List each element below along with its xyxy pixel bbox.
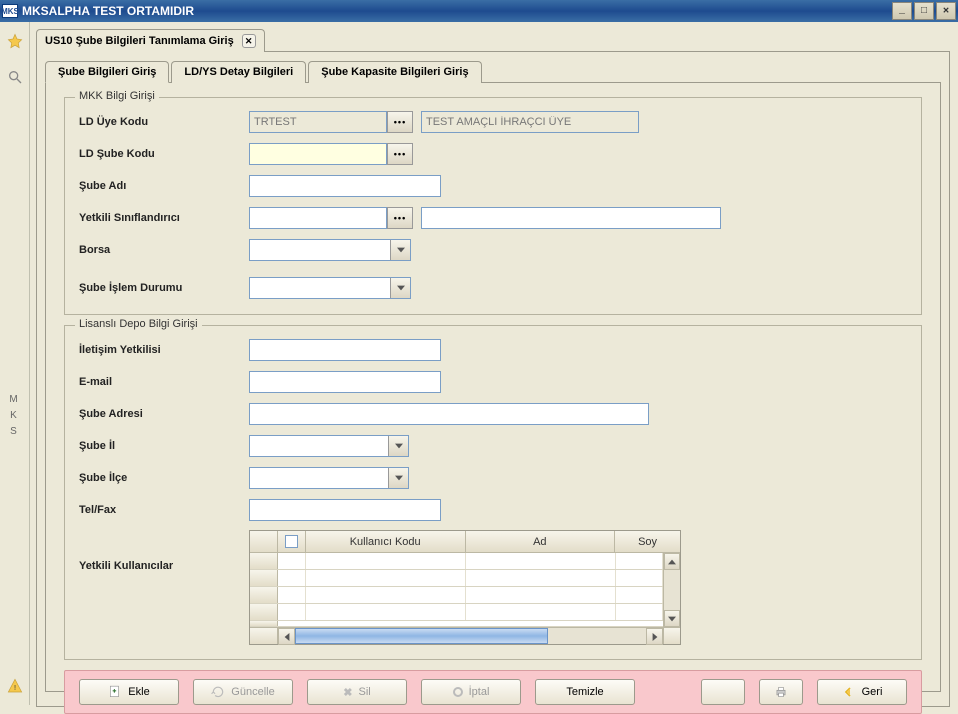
durum-dropdown-icon[interactable] (390, 278, 410, 298)
yetkili-siniflandirici-input[interactable] (249, 207, 387, 229)
ekle-button[interactable]: Ekle (79, 679, 179, 705)
app-icon: MKS (2, 4, 18, 18)
printer-icon (773, 685, 789, 699)
sidebar-label: MKS (9, 392, 19, 440)
grid-vscroll[interactable] (663, 553, 680, 627)
document-add-icon (108, 685, 122, 699)
guncelle-button[interactable]: Güncelle (193, 679, 293, 705)
print-button[interactable] (759, 679, 803, 705)
group1-legend: MKK Bilgi Girişi (75, 90, 159, 102)
email-label: E-mail (79, 376, 249, 388)
sube-ilce-label: Şube İlçe (79, 472, 249, 484)
telfax-input[interactable] (249, 499, 441, 521)
grid-col-kullanici-kodu[interactable]: Kullanıcı Kodu (306, 531, 466, 552)
telfax-label: Tel/Fax (79, 504, 249, 516)
cancel-icon (453, 687, 463, 697)
borsa-dropdown-icon[interactable] (390, 240, 410, 260)
sube-il-label: Şube İl (79, 440, 249, 452)
close-button[interactable]: ✕ (936, 2, 956, 20)
users-grid: Kullanıcı Kodu Ad Soy (249, 530, 681, 645)
borsa-select[interactable] (249, 239, 411, 261)
geri-button[interactable]: Geri (817, 679, 907, 705)
ld-sube-kodu-label: LD Şube Kodu (79, 148, 249, 160)
favorite-icon[interactable] (6, 32, 24, 50)
titlebar: MKS MKSALPHA TEST ORTAMIDIR _ □ ✕ (0, 0, 958, 22)
table-row[interactable] (250, 553, 663, 570)
email-input[interactable] (249, 371, 441, 393)
sube-il-select[interactable] (249, 435, 409, 457)
yetkili-siniflandirici-desc[interactable] (421, 207, 721, 229)
grid-corner (250, 531, 278, 552)
scroll-up-icon[interactable] (664, 553, 680, 570)
sube-adi-label: Şube Adı (79, 180, 249, 192)
borsa-label: Borsa (79, 244, 249, 256)
sube-islem-durumu-select[interactable] (249, 277, 411, 299)
tab-body: MKK Bilgi Girişi LD Üye Kodu ••• LD Şube… (45, 82, 941, 692)
tab-ldys-detay[interactable]: LD/YS Detay Bilgileri (171, 61, 306, 83)
table-row[interactable] (250, 587, 663, 604)
temizle-button[interactable]: Temizle (535, 679, 635, 705)
delete-icon: ✖ (343, 686, 352, 699)
tab-sube-kapasite[interactable]: Şube Kapasite Bilgileri Giriş (308, 61, 481, 83)
hscroll-thumb[interactable] (295, 628, 548, 644)
blank-button[interactable] (701, 679, 745, 705)
svg-text:!: ! (13, 683, 15, 692)
grid-hscroll[interactable] (250, 627, 680, 644)
ld-sube-kodu-input[interactable] (249, 143, 387, 165)
ld-uye-kodu-input (249, 111, 387, 133)
ld-uye-kodu-desc (421, 111, 639, 133)
sube-ilce-select[interactable] (249, 467, 409, 489)
grid-checkbox-header[interactable] (278, 531, 306, 552)
document-tab-label: US10 Şube Bilgileri Tanımlama Giriş (45, 35, 234, 47)
mkk-bilgi-girisi-group: MKK Bilgi Girişi LD Üye Kodu ••• LD Şube… (64, 97, 922, 315)
refresh-icon (211, 685, 225, 699)
ld-uye-kodu-picker[interactable]: ••• (387, 111, 413, 133)
document-tab[interactable]: US10 Şube Bilgileri Tanımlama Giriş ✕ (36, 29, 265, 52)
table-row[interactable] (250, 604, 663, 621)
iletisim-yetkilisi-input[interactable] (249, 339, 441, 361)
arrow-left-icon (842, 686, 856, 698)
warning-icon[interactable]: ! (6, 677, 24, 695)
yetkili-siniflandirici-label: Yetkili Sınıflandırıcı (79, 212, 249, 224)
iptal-button[interactable]: İptal (421, 679, 521, 705)
action-toolbar: Ekle Güncelle ✖ Sil İptal (64, 670, 922, 714)
sube-adresi-label: Şube Adresi (79, 408, 249, 420)
minimize-button[interactable]: _ (892, 2, 912, 20)
group2-legend: Lisanslı Depo Bilgi Girişi (75, 318, 202, 330)
scroll-right-icon[interactable] (646, 628, 663, 645)
window-title: MKSALPHA TEST ORTAMIDIR (22, 4, 892, 18)
maximize-button[interactable]: □ (914, 2, 934, 20)
document-tab-close-icon[interactable]: ✕ (242, 34, 256, 48)
tab-sube-bilgileri[interactable]: Şube Bilgileri Giriş (45, 61, 169, 83)
ld-sube-kodu-picker[interactable]: ••• (387, 143, 413, 165)
sil-button[interactable]: ✖ Sil (307, 679, 407, 705)
scroll-left-icon[interactable] (278, 628, 295, 645)
ld-uye-kodu-label: LD Üye Kodu (79, 116, 249, 128)
table-row[interactable] (250, 570, 663, 587)
lisansli-depo-group: Lisanslı Depo Bilgi Girişi İletişim Yetk… (64, 325, 922, 660)
ilce-dropdown-icon[interactable] (388, 468, 408, 488)
sube-islem-durumu-label: Şube İşlem Durumu (79, 282, 249, 294)
scroll-down-icon[interactable] (664, 610, 680, 627)
il-dropdown-icon[interactable] (388, 436, 408, 456)
iletisim-yetkilisi-label: İletişim Yetkilisi (79, 344, 249, 356)
grid-col-ad[interactable]: Ad (466, 531, 616, 552)
sube-adresi-input[interactable] (249, 403, 649, 425)
main-panel: Şube Bilgileri Giriş LD/YS Detay Bilgile… (36, 51, 950, 707)
sube-adi-input[interactable] (249, 175, 441, 197)
table-row[interactable] (250, 621, 663, 627)
grid-col-soy[interactable]: Soy (615, 531, 680, 552)
sidebar: MKS ! (0, 22, 30, 705)
yetkili-siniflandirici-picker[interactable]: ••• (387, 207, 413, 229)
search-icon[interactable] (6, 68, 24, 86)
yetkili-kullanicilar-label: Yetkili Kullanıcılar (79, 530, 249, 572)
